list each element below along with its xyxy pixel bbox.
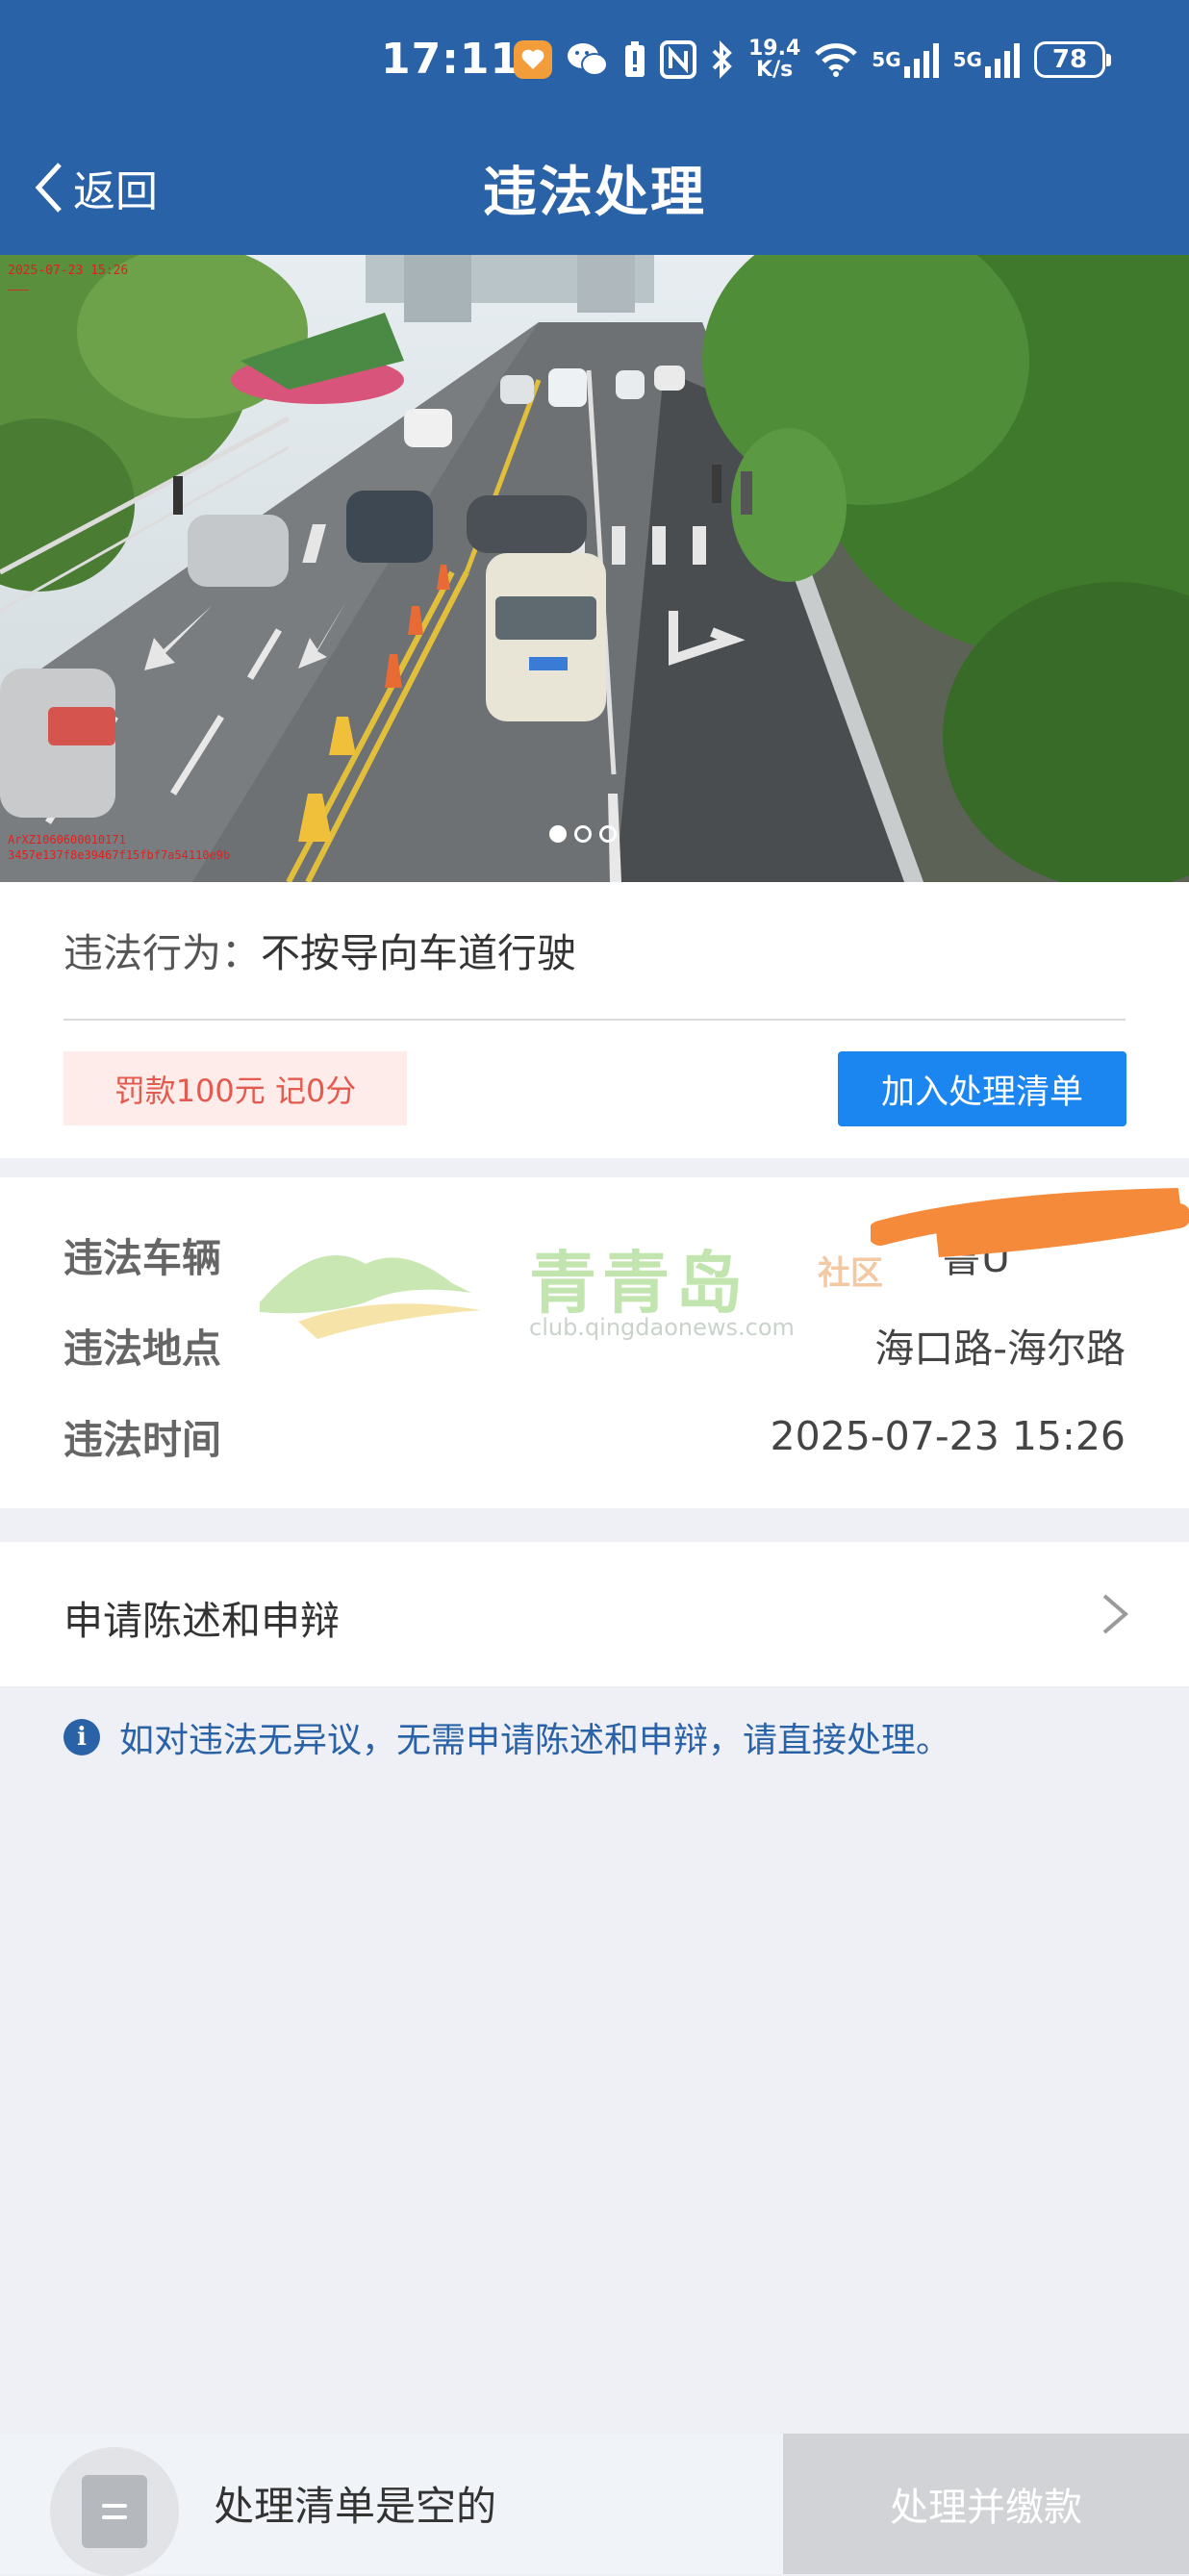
wifi-icon <box>814 41 858 78</box>
watermark: 青青岛 社区 club.qingdaonews.com <box>260 1225 933 1370</box>
app-header: 17:11 19.4 K/s 5G 5G 78 返回 违法处理 <box>0 0 1189 255</box>
list-empty-text: 处理清单是空的 <box>214 2483 497 2530</box>
appeal-row[interactable]: 申请陈述和申辩 <box>0 1542 1189 1686</box>
time-value: 2025-07-23 15:26 <box>770 1413 1126 1459</box>
violation-value: 不按导向车道行驶 <box>261 930 576 976</box>
watermark-url: club.qingdaonews.com <box>529 1314 795 1341</box>
svg-text:2025-07-23 15:26: 2025-07-23 15:26 <box>8 264 128 278</box>
appeal-label: 申请陈述和申辩 <box>63 1598 340 1644</box>
location-label: 违法地点 <box>63 1326 221 1372</box>
carousel-dots <box>549 825 617 843</box>
violation-card: 违法行为：不按导向车道行驶 罚款100元 记0分 加入处理清单 <box>0 882 1189 1158</box>
violation-photo-carousel[interactable]: 2025-07-23 15:26 ——— ArXZ1060600010171 3… <box>0 255 1189 882</box>
carousel-dot-2[interactable] <box>574 825 592 843</box>
wechat-icon <box>566 40 610 79</box>
time-label: 违法时间 <box>63 1417 221 1463</box>
battery-level: 78 <box>1051 45 1088 74</box>
add-to-list-button[interactable]: 加入处理清单 <box>838 1051 1126 1126</box>
traffic-camera-photo: 2025-07-23 15:26 ——— ArXZ1060600010171 3… <box>0 255 1189 882</box>
chevron-right-icon <box>1102 1594 1129 1634</box>
status-bar: 17:11 19.4 K/s 5G 5G 78 <box>0 0 1189 130</box>
process-and-pay-button[interactable]: 处理并缴款 <box>783 2434 1189 2574</box>
vehicle-label: 违法车辆 <box>63 1235 221 1281</box>
watermark-mountain-logo <box>260 1255 481 1339</box>
bluetooth-icon <box>710 39 735 80</box>
violation-behavior: 违法行为：不按导向车道行驶 <box>63 921 576 978</box>
network-speed: 19.4 K/s <box>748 38 800 81</box>
time-row: 违法时间 2025-07-23 15:26 <box>63 1407 1126 1465</box>
svg-text:———: ——— <box>8 283 29 296</box>
nfc-icon <box>660 40 696 79</box>
carousel-dot-3[interactable] <box>599 825 617 843</box>
photo-caption-line1: ArXZ1060600010171 <box>8 833 126 846</box>
note-text: 如对违法无异议，无需申请陈述和申辩，请直接处理。 <box>119 1721 951 1760</box>
heart-app-icon <box>514 40 552 79</box>
redaction-scribble <box>871 1188 1189 1257</box>
battery-alert-icon <box>623 40 646 79</box>
signal-2-label: 5G <box>952 48 982 71</box>
divider <box>63 1019 1126 1021</box>
carousel-dot-1[interactable] <box>549 825 567 843</box>
photo-caption-line2: 3457e137f8e39467f15fbf7a54110e9b <box>8 848 230 862</box>
watermark-name: 青青岛 <box>529 1244 748 1323</box>
violation-info-card: 违法车辆 鲁U 违法地点 海口路-海尔路 违法时间 2025-07-23 15:… <box>0 1177 1189 1508</box>
signal-5g-icon-1: 5G <box>872 41 939 78</box>
status-time: 17:11 <box>381 35 521 84</box>
bottom-bar: 处理清单是空的 处理并缴款 <box>0 2434 1189 2576</box>
violation-label: 违法行为： <box>63 930 261 976</box>
battery-indicator: 78 <box>1033 41 1111 78</box>
net-speed-unit: K/s <box>756 58 794 82</box>
net-speed-value: 19.4 <box>748 37 801 61</box>
list-icon <box>82 2475 147 2548</box>
fine-badge: 罚款100元 记0分 <box>63 1051 407 1125</box>
signal-5g-icon-2: 5G <box>953 41 1021 78</box>
info-note: i 如对违法无异议，无需申请陈述和申辩，请直接处理。 <box>63 1712 950 1762</box>
status-icons: 19.4 K/s 5G 5G 78 <box>514 38 1111 81</box>
page-title: 违法处理 <box>483 162 706 224</box>
signal-1-label: 5G <box>872 48 901 71</box>
info-icon: i <box>63 1719 100 1755</box>
list-basket-icon[interactable] <box>50 2447 179 2576</box>
